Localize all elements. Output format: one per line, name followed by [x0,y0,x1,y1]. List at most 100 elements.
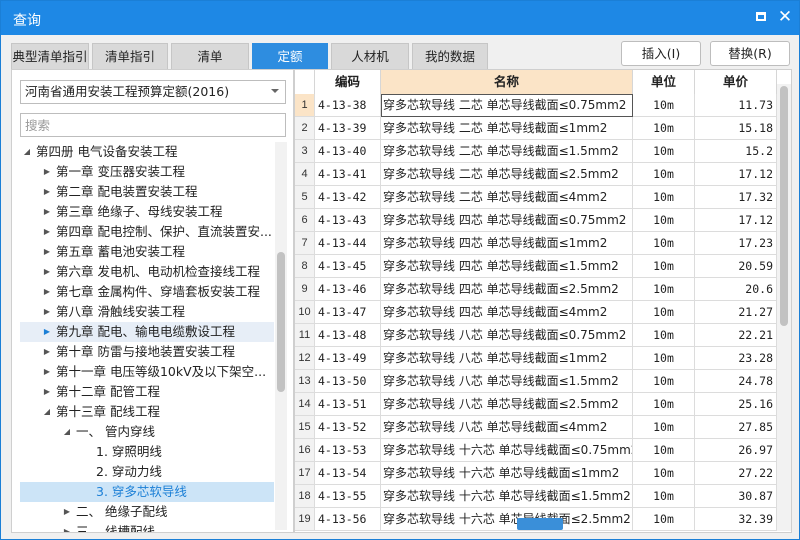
cell-price[interactable]: 25.16 [695,393,777,416]
row-index[interactable]: 16 [295,439,315,462]
close-button[interactable]: ✕ [777,9,793,26]
cell-unit[interactable]: 10m [633,209,695,232]
cell-name[interactable]: 穿多芯软导线 十六芯 单芯导线截面≤0.75mm2 [381,439,633,462]
cell-code[interactable]: 4-13-45 [315,255,381,278]
cell-price[interactable]: 17.12 [695,209,777,232]
cell-code[interactable]: 4-13-56 [315,508,381,531]
tree-scrollbar[interactable] [275,142,287,530]
splitter-handle[interactable] [517,518,563,530]
cell-name[interactable]: 穿多芯软导线 二芯 单芯导线截面≤2.5mm2 [381,163,633,186]
table-row[interactable]: 4 4-13-41 穿多芯软导线 二芯 单芯导线截面≤2.5mm2 10m 17.12 [295,163,777,186]
expand-arrow-icon[interactable]: ▶ [42,382,52,402]
expand-arrow-icon[interactable]: ▶ [42,342,52,362]
collapse-arrow-icon[interactable]: ◢ [62,422,72,442]
cell-code[interactable]: 4-13-39 [315,117,381,140]
cell-unit[interactable]: 10m [633,140,695,163]
cell-price[interactable]: 17.32 [695,186,777,209]
cell-unit[interactable]: 10m [633,163,695,186]
table-row[interactable]: 17 4-13-54 穿多芯软导线 十六芯 单芯导线截面≤1mm2 10m 27.22 [295,462,777,485]
title-bar[interactable]: 查询 ✕ [1,1,799,35]
cell-name[interactable]: 穿多芯软导线 八芯 单芯导线截面≤2.5mm2 [381,393,633,416]
tab-my-data[interactable]: 我的数据 [412,43,488,69]
tree-item[interactable]: ▶ 第六章 发电机、电动机检查接线工程 [20,262,274,282]
tree-item[interactable]: ▶ 第一章 变压器安装工程 [20,162,274,182]
expand-arrow-icon[interactable]: ▶ [42,282,52,302]
tree-item[interactable]: ◢ 一、 管内穿线 [20,422,274,442]
cell-unit[interactable]: 10m [633,439,695,462]
expand-arrow-icon[interactable]: ▶ [42,162,52,182]
cell-unit[interactable]: 10m [633,324,695,347]
tree-item[interactable]: ▶ 第十二章 配管工程 [20,382,274,402]
row-index[interactable]: 8 [295,255,315,278]
cell-unit[interactable]: 10m [633,94,695,117]
tab-list[interactable]: 清单 [171,43,249,69]
cell-name[interactable]: 穿多芯软导线 二芯 单芯导线截面≤0.75mm2 [381,94,633,117]
cell-code[interactable]: 4-13-38 [315,94,381,117]
tab-labor-material-machine[interactable]: 人材机 [331,43,409,69]
row-index[interactable]: 3 [295,140,315,163]
cell-name[interactable]: 穿多芯软导线 十六芯 单芯导线截面≤2.5mm2 [381,508,633,531]
cell-price[interactable]: 27.22 [695,462,777,485]
row-index[interactable]: 5 [295,186,315,209]
cell-unit[interactable]: 10m [633,117,695,140]
header-name[interactable]: 名称 [381,70,633,94]
cell-price[interactable]: 17.23 [695,232,777,255]
table-row[interactable]: 8 4-13-45 穿多芯软导线 四芯 单芯导线截面≤1.5mm2 10m 20.59 [295,255,777,278]
cell-code[interactable]: 4-13-55 [315,485,381,508]
cell-code[interactable]: 4-13-43 [315,209,381,232]
cell-code[interactable]: 4-13-40 [315,140,381,163]
expand-arrow-icon[interactable]: ▶ [62,502,72,522]
cell-unit[interactable]: 10m [633,393,695,416]
tree-item[interactable]: ◢ 第四册 电气设备安装工程 [20,142,274,162]
cell-price[interactable]: 22.21 [695,324,777,347]
cell-price[interactable]: 20.59 [695,255,777,278]
cell-name[interactable]: 穿多芯软导线 四芯 单芯导线截面≤0.75mm2 [381,209,633,232]
table-row[interactable]: 14 4-13-51 穿多芯软导线 八芯 单芯导线截面≤2.5mm2 10m 25.16 [295,393,777,416]
tree-item[interactable]: ▶ 第三章 绝缘子、母线安装工程 [20,202,274,222]
cell-name[interactable]: 穿多芯软导线 二芯 单芯导线截面≤1mm2 [381,117,633,140]
row-index[interactable]: 4 [295,163,315,186]
expand-arrow-icon[interactable]: ▶ [42,222,52,242]
cell-unit[interactable]: 10m [633,508,695,531]
cell-code[interactable]: 4-13-44 [315,232,381,255]
row-index[interactable]: 17 [295,462,315,485]
cell-name[interactable]: 穿多芯软导线 二芯 单芯导线截面≤4mm2 [381,186,633,209]
cell-price[interactable]: 30.87 [695,485,777,508]
cell-price[interactable]: 32.39 [695,508,777,531]
header-price[interactable]: 单价 [695,70,777,94]
expand-arrow-icon[interactable]: ▶ [42,302,52,322]
cell-price[interactable]: 23.28 [695,347,777,370]
cell-name[interactable]: 穿多芯软导线 四芯 单芯导线截面≤1mm2 [381,232,633,255]
tree-item[interactable]: ▶ 第七章 金属构件、穿墙套板安装工程 [20,282,274,302]
cell-code[interactable]: 4-13-53 [315,439,381,462]
cell-name[interactable]: 穿多芯软导线 十六芯 单芯导线截面≤1.5mm2 [381,485,633,508]
row-index[interactable]: 19 [295,508,315,531]
tree-item[interactable]: 2. 穿动力线 [20,462,274,482]
tree-scrollbar-thumb[interactable] [277,252,285,392]
row-index[interactable]: 12 [295,347,315,370]
cell-name[interactable]: 穿多芯软导线 四芯 单芯导线截面≤2.5mm2 [381,278,633,301]
row-index[interactable]: 6 [295,209,315,232]
tree-item[interactable]: ▶ 第二章 配电装置安装工程 [20,182,274,202]
cell-name[interactable]: 穿多芯软导线 四芯 单芯导线截面≤4mm2 [381,301,633,324]
cell-price[interactable]: 26.97 [695,439,777,462]
cell-price[interactable]: 20.6 [695,278,777,301]
table-row[interactable]: 5 4-13-42 穿多芯软导线 二芯 单芯导线截面≤4mm2 10m 17.32 [295,186,777,209]
cell-code[interactable]: 4-13-50 [315,370,381,393]
cell-code[interactable]: 4-13-54 [315,462,381,485]
row-index[interactable]: 2 [295,117,315,140]
cell-code[interactable]: 4-13-41 [315,163,381,186]
cell-name[interactable]: 穿多芯软导线 八芯 单芯导线截面≤4mm2 [381,416,633,439]
expand-arrow-icon[interactable]: ▶ [42,202,52,222]
cell-unit[interactable]: 10m [633,347,695,370]
tree-item[interactable]: ▶ 三、 线槽配线 [20,522,274,532]
table-row[interactable]: 13 4-13-50 穿多芯软导线 八芯 单芯导线截面≤1.5mm2 10m 24.78 [295,370,777,393]
table-row[interactable]: 10 4-13-47 穿多芯软导线 四芯 单芯导线截面≤4mm2 10m 21.27 [295,301,777,324]
cell-unit[interactable]: 10m [633,232,695,255]
row-index[interactable]: 1 [295,94,315,117]
tree-item[interactable]: 3. 穿多芯软导线 [20,482,274,502]
tree-item[interactable]: 1. 穿照明线 [20,442,274,462]
expand-arrow-icon[interactable]: ▶ [42,362,52,382]
cell-code[interactable]: 4-13-52 [315,416,381,439]
row-index[interactable]: 10 [295,301,315,324]
